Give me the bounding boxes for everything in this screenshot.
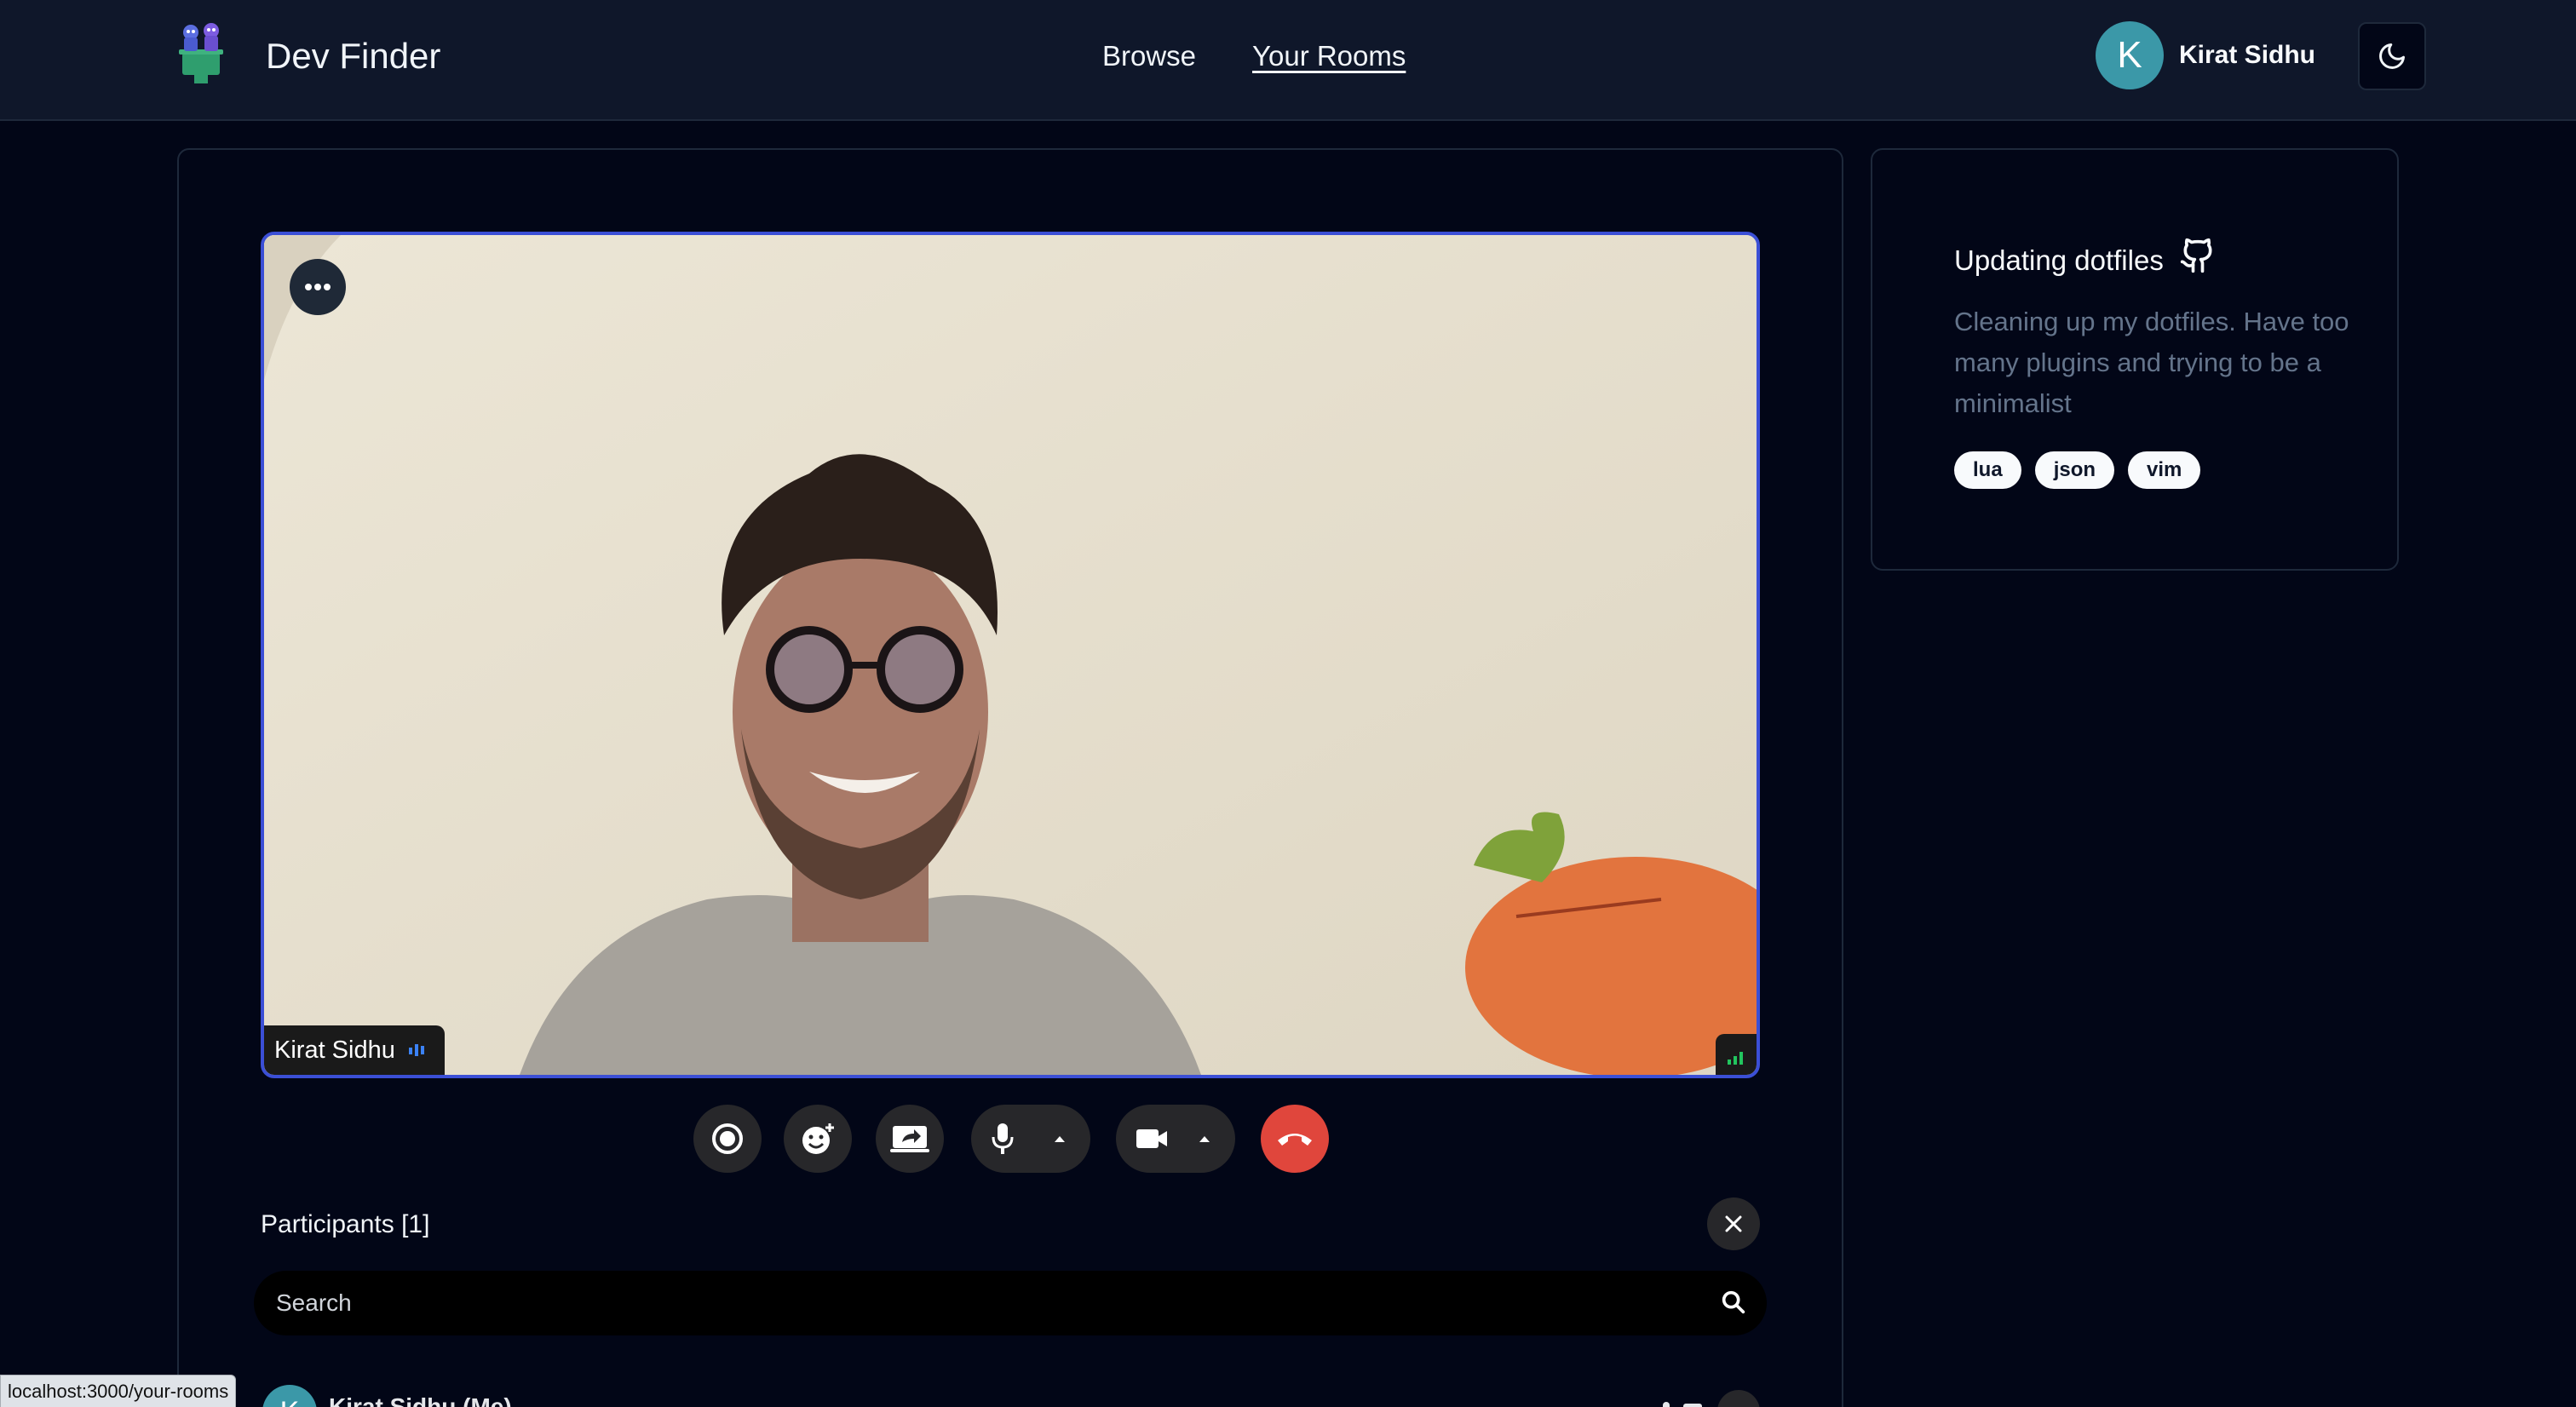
tag-lua[interactable]: lua <box>1954 451 2021 489</box>
chevron-up-icon[interactable] <box>1053 1134 1067 1143</box>
emoji-reaction-icon <box>802 1123 834 1154</box>
call-controls <box>0 1105 2576 1173</box>
theme-toggle-button[interactable] <box>2358 22 2426 90</box>
participant-name-label: Kirat Sidhu <box>274 1036 395 1064</box>
close-participants-button[interactable] <box>1707 1197 1760 1250</box>
tag-json[interactable]: json <box>2034 451 2115 489</box>
user-name[interactable]: Kirat Sidhu <box>2179 40 2315 71</box>
camera-feed-image <box>264 235 1757 1075</box>
leave-call-button[interactable] <box>1261 1105 1329 1173</box>
record-button[interactable] <box>693 1105 762 1173</box>
participant-name-tag: Kirat Sidhu <box>264 1025 445 1075</box>
user-avatar[interactable]: K <box>2096 21 2164 89</box>
github-icon[interactable] <box>2179 235 2217 285</box>
room-description: Cleaning up my dotfiles. Have too many p… <box>1954 307 2349 418</box>
participant-avatar: K <box>262 1385 317 1407</box>
camera-icon <box>1136 1129 1167 1148</box>
participant-video-tile[interactable]: Kirat Sidhu <box>261 232 1760 1078</box>
moon-icon <box>2379 43 2405 69</box>
signal-strength-icon <box>1728 1052 1743 1065</box>
participant-search[interactable] <box>254 1271 1767 1335</box>
room-tags: lua json vim <box>1954 451 2201 489</box>
room-info-card: Updating dotfiles Cleaning up my dotfile… <box>1871 148 2399 571</box>
top-navbar: Dev Finder Browse Your Rooms K Kirat Sid… <box>0 0 2576 121</box>
screen-share-button[interactable] <box>876 1105 944 1173</box>
search-icon[interactable] <box>1719 1288 1748 1317</box>
participant-search-input[interactable] <box>276 1271 1673 1335</box>
camera-button[interactable] <box>1116 1105 1235 1173</box>
room-title-text: Updating dotfiles <box>1954 244 2164 276</box>
tag-vim[interactable]: vim <box>2128 451 2201 489</box>
microphone-button[interactable] <box>971 1105 1090 1173</box>
video-options-button[interactable] <box>290 259 346 315</box>
more-horizontal-icon <box>305 284 331 290</box>
record-icon <box>712 1123 743 1154</box>
close-icon <box>1725 1215 1742 1232</box>
participants-title: Participants [1] <box>261 1210 430 1238</box>
emoji-reaction-button[interactable] <box>784 1105 852 1173</box>
connection-quality <box>1716 1034 1757 1075</box>
room-title: Updating dotfiles <box>1954 235 2217 285</box>
screen-share-icon <box>890 1126 929 1152</box>
participant-mic-icon <box>1663 1402 1702 1407</box>
microphone-icon <box>992 1123 1014 1154</box>
participant-list-item[interactable]: K Kirat Sidhu (Me) <box>261 1381 1760 1407</box>
chevron-up-icon[interactable] <box>1198 1134 1211 1143</box>
hang-up-icon <box>1278 1134 1312 1146</box>
participant-more-button[interactable] <box>1717 1390 1760 1407</box>
nav-your-rooms-link[interactable]: Your Rooms <box>1252 37 1406 75</box>
audio-level-icon <box>408 1044 424 1056</box>
nav-browse-link[interactable]: Browse <box>1102 37 1196 75</box>
participant-list-name: Kirat Sidhu (Me) <box>329 1393 512 1407</box>
link-status-url: localhost:3000/your-rooms <box>0 1375 237 1407</box>
